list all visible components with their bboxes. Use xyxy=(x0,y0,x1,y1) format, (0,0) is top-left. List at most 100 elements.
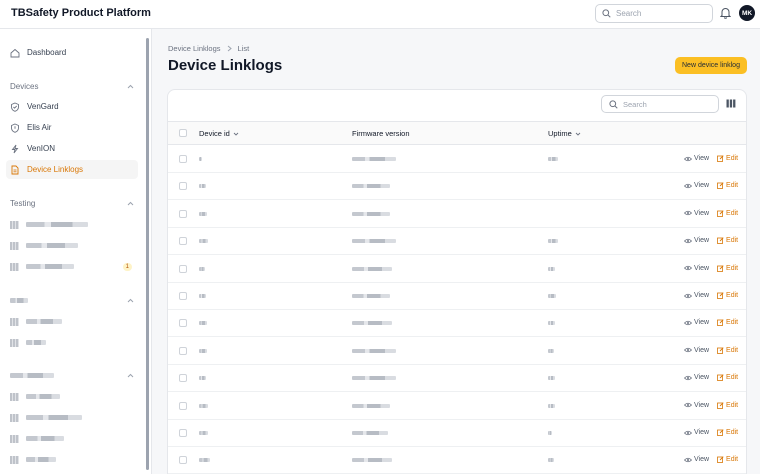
sidebar-item-redacted[interactable] xyxy=(6,236,138,255)
sidebar-item-redacted[interactable] xyxy=(6,450,138,469)
user-avatar[interactable]: MK xyxy=(739,5,755,21)
edit-button[interactable]: Edit xyxy=(717,429,738,436)
bell-icon[interactable] xyxy=(720,7,731,19)
column-label: Firmware version xyxy=(352,129,410,138)
table-row[interactable]: View Edit xyxy=(168,146,746,173)
sidebar-item-redacted[interactable] xyxy=(6,429,138,448)
row-checkbox[interactable] xyxy=(179,292,187,300)
row-checkbox[interactable] xyxy=(179,319,187,328)
view-button[interactable]: View xyxy=(684,292,709,299)
edit-icon xyxy=(717,210,724,217)
edit-button[interactable]: Edit xyxy=(717,265,738,272)
table-row[interactable]: View Edit xyxy=(168,283,746,310)
view-button[interactable]: View xyxy=(684,155,709,162)
sidebar: Dashboard Devices VenGard Elis Air VenIO… xyxy=(0,29,152,474)
edit-label: Edit xyxy=(726,155,739,162)
sidebar-group-redacted[interactable] xyxy=(10,369,134,381)
view-button[interactable]: View xyxy=(684,429,709,436)
edit-button[interactable]: Edit xyxy=(717,402,738,409)
edit-button[interactable]: Edit xyxy=(717,456,738,463)
edit-button[interactable]: Edit xyxy=(717,319,738,326)
row-actions: View Edit xyxy=(684,155,738,162)
row-checkbox[interactable] xyxy=(179,209,187,218)
edit-button[interactable]: Edit xyxy=(717,237,738,244)
sidebar-item-redacted[interactable] xyxy=(6,408,138,427)
edit-button[interactable]: Edit xyxy=(717,374,738,381)
row-checkbox[interactable] xyxy=(179,374,187,383)
table-search-input[interactable] xyxy=(623,99,713,109)
row-checkbox[interactable] xyxy=(179,346,187,355)
row-actions: View Edit xyxy=(684,456,738,463)
sidebar-item-redacted[interactable]: 1 xyxy=(6,257,138,276)
global-search[interactable] xyxy=(595,4,713,23)
table-row[interactable]: View Edit xyxy=(168,201,746,228)
sidebar-item-redacted[interactable] xyxy=(6,312,138,331)
sidebar-item-dashboard[interactable]: Dashboard xyxy=(6,43,138,62)
document-icon xyxy=(11,165,19,174)
edit-button[interactable]: Edit xyxy=(717,292,738,299)
view-button[interactable]: View xyxy=(684,210,709,217)
top-bar: TBSafety Product Platform MK xyxy=(0,0,760,29)
edit-button[interactable]: Edit xyxy=(717,210,738,217)
view-button[interactable]: View xyxy=(684,319,709,326)
eye-icon xyxy=(684,430,692,435)
row-checkbox[interactable] xyxy=(179,237,187,246)
row-actions: View Edit xyxy=(684,374,738,381)
edit-label: Edit xyxy=(726,264,739,272)
table-search[interactable] xyxy=(601,95,719,113)
row-checkbox[interactable] xyxy=(179,182,187,191)
sidebar-group-devices[interactable]: Devices xyxy=(10,80,134,92)
row-checkbox[interactable] xyxy=(179,155,187,163)
edit-icon xyxy=(717,429,724,436)
table-row[interactable]: View Edit xyxy=(168,393,746,420)
new-device-linklog-button[interactable]: New device linklog xyxy=(675,57,747,74)
device-id-cell xyxy=(199,211,207,216)
device-id-cell xyxy=(199,348,207,353)
sidebar-item-redacted[interactable] xyxy=(6,215,138,234)
view-button[interactable]: View xyxy=(684,374,709,381)
edit-button[interactable]: Edit xyxy=(717,347,738,354)
sidebar-item-vengard[interactable]: VenGard xyxy=(6,97,138,116)
row-checkbox[interactable] xyxy=(179,429,187,437)
edit-button[interactable]: Edit xyxy=(717,182,738,189)
columns-toggle-icon[interactable] xyxy=(726,99,736,108)
view-button[interactable]: View xyxy=(684,237,709,244)
breadcrumb-link[interactable]: Device Linklogs xyxy=(168,44,221,53)
sidebar-item-venion[interactable]: VenION xyxy=(6,139,138,158)
sidebar-item-label: VenGard xyxy=(27,102,59,111)
redacted-icon xyxy=(10,262,19,271)
edit-button[interactable]: Edit xyxy=(717,155,738,162)
sidebar-item-label: Device Linklogs xyxy=(27,165,84,174)
count-badge: 1 xyxy=(122,262,132,271)
table-row[interactable]: View Edit xyxy=(168,420,746,447)
view-button[interactable]: View xyxy=(684,265,709,272)
row-checkbox[interactable] xyxy=(179,401,187,410)
sidebar-group-testing[interactable]: Testing xyxy=(10,197,134,209)
table-row[interactable]: View Edit xyxy=(168,365,746,393)
edit-icon xyxy=(717,155,724,162)
select-all-checkbox[interactable] xyxy=(179,129,187,137)
sidebar-item-redacted[interactable] xyxy=(6,333,138,352)
view-button[interactable]: View xyxy=(684,347,709,354)
view-button[interactable]: View xyxy=(684,402,709,409)
sidebar-item-device-linklogs[interactable]: Device Linklogs xyxy=(6,160,138,179)
table-row[interactable]: View Edit xyxy=(168,228,746,256)
row-checkbox[interactable] xyxy=(179,264,187,273)
table-row[interactable]: View Edit xyxy=(168,338,746,365)
global-search-input[interactable] xyxy=(616,9,706,18)
view-button[interactable]: View xyxy=(684,456,709,463)
row-checkbox[interactable] xyxy=(179,456,187,465)
table-row[interactable]: View Edit xyxy=(168,256,746,283)
sidebar-item-redacted[interactable] xyxy=(6,387,138,406)
column-uptime[interactable]: Uptime xyxy=(548,129,581,138)
table-row[interactable]: View Edit xyxy=(168,447,746,474)
sidebar-item-elis-air[interactable]: Elis Air xyxy=(6,118,138,137)
sidebar-scrollbar[interactable] xyxy=(146,38,149,470)
view-button[interactable]: View xyxy=(684,182,709,189)
table-row[interactable]: View Edit xyxy=(168,173,746,201)
edit-label: Edit xyxy=(726,401,739,409)
sidebar-group-redacted[interactable] xyxy=(10,294,134,306)
table-row[interactable]: View Edit xyxy=(168,310,746,338)
eye-icon xyxy=(684,183,692,189)
column-device-id[interactable]: Device id xyxy=(199,129,239,138)
